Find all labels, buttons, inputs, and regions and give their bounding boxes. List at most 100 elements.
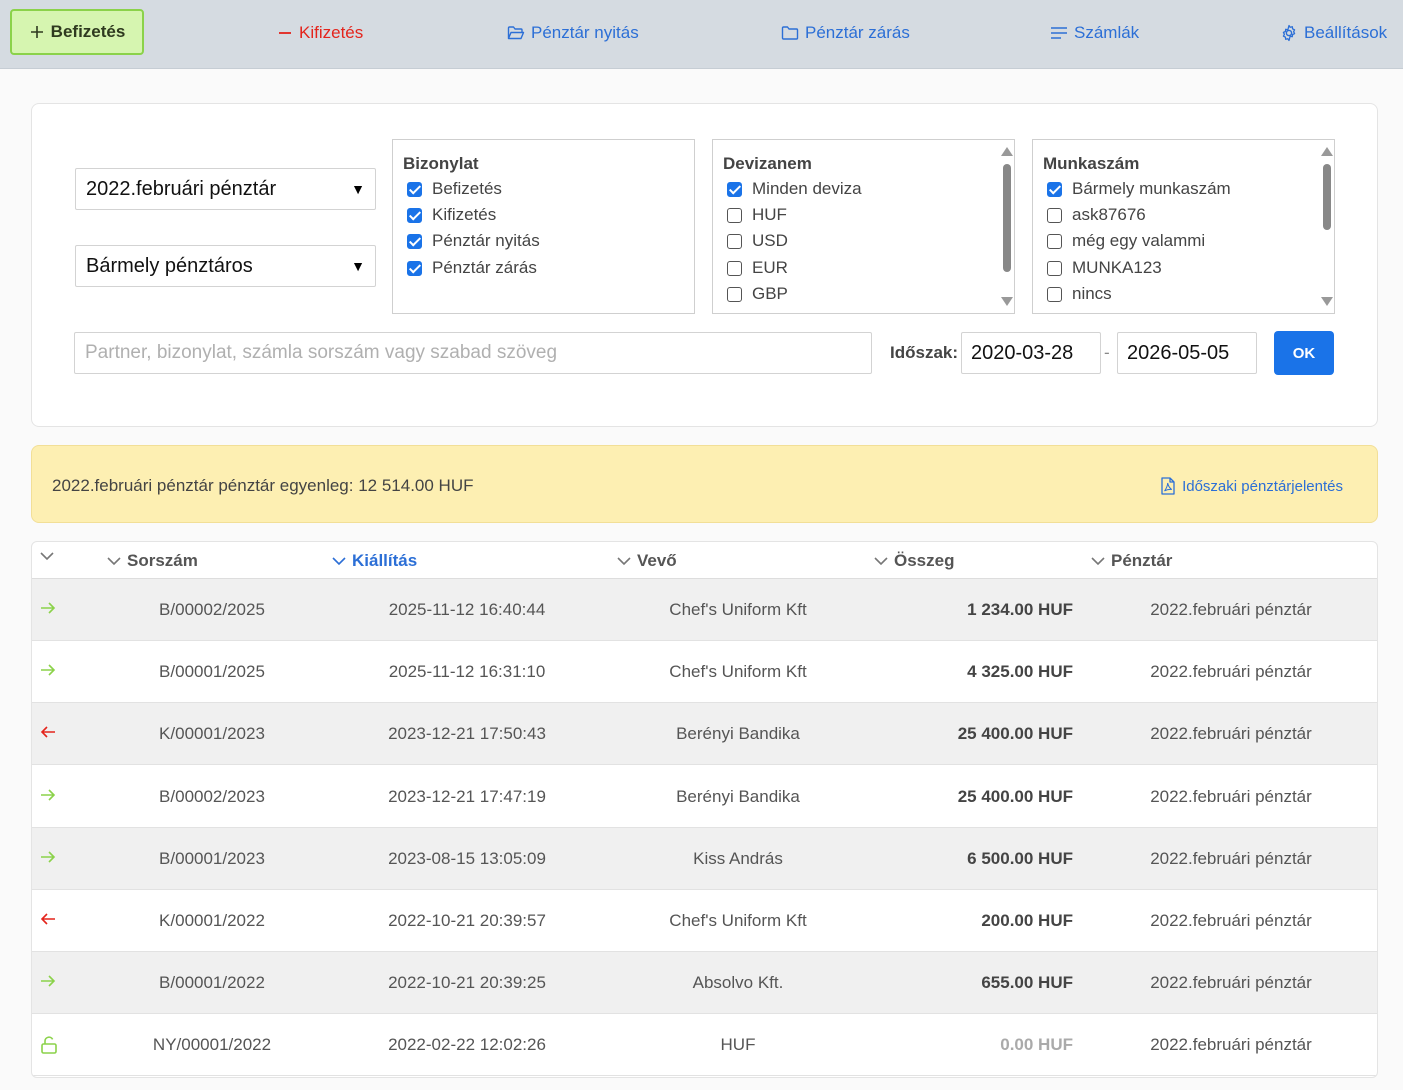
currency-option[interactable]: HUF xyxy=(727,204,787,226)
chevron-down-icon xyxy=(107,557,121,566)
ok-button[interactable]: OK xyxy=(1274,331,1334,375)
cashier-select[interactable]: Bármely pénztáros ▼ xyxy=(75,245,376,287)
document-option[interactable]: Pénztár nyitás xyxy=(407,230,540,252)
cell-issued: 2023-12-21 17:47:19 xyxy=(388,786,546,806)
cashier-select-value: Bármely pénztáros xyxy=(86,254,253,277)
table-row[interactable]: B/00002/2025 2025-11-12 16:40:44 Chef's Un… xyxy=(32,579,1377,641)
jobnumber-option[interactable]: nincs xyxy=(1047,283,1112,305)
minus-icon xyxy=(279,32,291,34)
cell-amount: 1 234.00 HUF xyxy=(967,600,1073,619)
header-register[interactable]: Pénztár xyxy=(1091,551,1172,571)
close-register-button[interactable]: Pénztár zárás xyxy=(781,0,910,66)
table-row[interactable]: K/00001/2022 2022-10-21 20:39:57 Chef's Un… xyxy=(32,890,1377,952)
checkbox-checked[interactable] xyxy=(407,207,422,223)
jobnumber-option[interactable]: még egy valammi xyxy=(1047,230,1205,252)
caret-down-icon: ▼ xyxy=(351,181,365,197)
cell-buyer: Berényi Bandika xyxy=(676,724,800,744)
scroll-up-icon[interactable] xyxy=(1001,147,1013,156)
jobnumber-title: Munkaszám xyxy=(1043,154,1140,173)
scroll-down-icon[interactable] xyxy=(1001,297,1013,306)
cell-buyer: HUF xyxy=(720,1035,756,1055)
scrollbar[interactable] xyxy=(998,140,1014,313)
deposit-label: Befizetés xyxy=(50,22,126,41)
jobnumber-option[interactable]: MUNKA123 xyxy=(1047,257,1162,279)
table-row[interactable]: B/00001/2025 2025-11-12 16:31:10 Chef's Un… xyxy=(32,641,1377,704)
search-input[interactable] xyxy=(74,332,872,374)
table-row[interactable]: B/00001/2023 2023-08-15 13:05:09 Kiss Andr… xyxy=(32,827,1377,890)
header-issued[interactable]: Kiállítás xyxy=(332,551,417,571)
currency-option[interactable]: EUR xyxy=(727,257,788,279)
cell-amount: 0.00 HUF xyxy=(1000,1035,1073,1055)
jobnumber-list[interactable]: Munkaszám Bármely munkaszám ask87676 még… xyxy=(1032,139,1335,314)
withdrawal-button[interactable]: Kifizetés xyxy=(277,0,363,66)
date-to-input[interactable]: 2026-05-05 xyxy=(1117,332,1257,374)
scroll-down-icon[interactable] xyxy=(1321,297,1333,306)
caret-down-icon: ▼ xyxy=(351,258,365,274)
document-option[interactable]: Kifizetés xyxy=(407,204,496,226)
checkbox-checked[interactable] xyxy=(407,181,422,197)
header-number[interactable]: Sorszám xyxy=(107,551,198,571)
date-from-input[interactable]: 2020-03-28 xyxy=(961,332,1101,374)
transactions-table: Sorszám Kiállítás Vevő Összeg Pénztár B/… xyxy=(31,541,1378,1078)
currency-list[interactable]: Devizanem Minden deviza HUF USD EUR GBP xyxy=(712,139,1015,314)
checkbox-checked[interactable] xyxy=(1047,181,1062,197)
chevron-down-icon xyxy=(1091,557,1105,566)
checkbox[interactable] xyxy=(727,233,742,249)
table-row[interactable]: NY/00001/2022 2022-02-22 12:02:26 HUF 0.00 … xyxy=(32,1014,1377,1077)
date-separator: - xyxy=(1104,343,1110,362)
header-buyer[interactable]: Vevő xyxy=(617,551,677,571)
expand-all-header[interactable] xyxy=(40,551,60,561)
checkbox[interactable] xyxy=(1047,260,1062,276)
deposit-button[interactable]: Befizetés xyxy=(10,9,144,55)
settings-button[interactable]: Beállítások xyxy=(1280,0,1387,66)
checkbox-checked[interactable] xyxy=(407,233,422,249)
chevron-down-icon xyxy=(874,557,888,566)
checkbox[interactable] xyxy=(1047,207,1062,223)
cell-buyer: Kiss András xyxy=(693,848,783,868)
scrollbar[interactable] xyxy=(1318,140,1334,313)
scroll-thumb[interactable] xyxy=(1323,164,1331,230)
checkbox[interactable] xyxy=(727,207,742,223)
folder-icon xyxy=(781,26,799,40)
balance-bar: 2022.februári pénztár pénztár egyenleg: … xyxy=(31,445,1378,523)
checkbox[interactable] xyxy=(727,286,742,302)
currency-option[interactable]: Minden deviza xyxy=(727,178,862,200)
currency-title: Devizanem xyxy=(723,154,812,173)
cell-register: 2022.februári pénztár xyxy=(1150,786,1312,806)
scroll-thumb[interactable] xyxy=(1003,164,1011,272)
invoices-label: Számlák xyxy=(1074,23,1140,42)
table-row[interactable]: K/00001/2023 2023-12-21 17:50:43 Berényi B… xyxy=(32,703,1377,766)
close-register-label: Pénztár zárás xyxy=(805,23,910,42)
checkbox[interactable] xyxy=(1047,286,1062,302)
cell-amount: 655.00 HUF xyxy=(981,973,1073,993)
scroll-up-icon[interactable] xyxy=(1321,147,1333,156)
cell-buyer: Berényi Bandika xyxy=(676,786,800,806)
header-amount[interactable]: Összeg xyxy=(874,551,954,571)
checkbox[interactable] xyxy=(1047,233,1062,249)
chevron-down-icon xyxy=(40,552,54,561)
cell-register: 2022.februári pénztár xyxy=(1150,911,1312,930)
document-option[interactable]: Pénztár zárás xyxy=(407,257,537,279)
currency-option[interactable]: GBP xyxy=(727,283,788,305)
cell-issued: 2023-08-15 13:05:09 xyxy=(388,848,546,868)
cell-buyer: Absolvo Kft. xyxy=(692,973,784,993)
checkbox-checked[interactable] xyxy=(727,181,742,197)
table-header: Sorszám Kiállítás Vevő Összeg Pénztár xyxy=(32,542,1377,579)
document-type-list[interactable]: Bizonylat Befizetés Kifizetés Pénztár ny… xyxy=(392,139,695,314)
document-option[interactable]: Befizetés xyxy=(407,178,502,200)
period-label: Időszak: xyxy=(890,343,959,362)
cell-amount: 25 400.00 HUF xyxy=(957,786,1073,806)
table-row[interactable]: B/00002/2023 2023-12-21 17:47:19 Berényi B… xyxy=(32,766,1377,828)
document-type-title: Bizonylat xyxy=(403,154,479,173)
balance-text: 2022.februári pénztár pénztár egyenleg: … xyxy=(52,476,474,495)
table-row[interactable]: B/00001/2022 2022-10-21 20:39:25 Absolvo K… xyxy=(32,952,1377,1015)
register-select[interactable]: 2022.februári pénztár ▼ xyxy=(75,168,376,210)
checkbox[interactable] xyxy=(727,260,742,276)
jobnumber-option[interactable]: ask87676 xyxy=(1047,204,1146,226)
checkbox-checked[interactable] xyxy=(407,260,422,276)
period-report-link[interactable]: Időszaki pénztárjelentés xyxy=(1160,477,1343,495)
open-register-button[interactable]: Pénztár nyitás xyxy=(507,0,639,66)
invoices-button[interactable]: Számlák xyxy=(1050,0,1139,66)
jobnumber-option[interactable]: Bármely munkaszám xyxy=(1047,178,1231,200)
currency-option[interactable]: USD xyxy=(727,230,788,252)
